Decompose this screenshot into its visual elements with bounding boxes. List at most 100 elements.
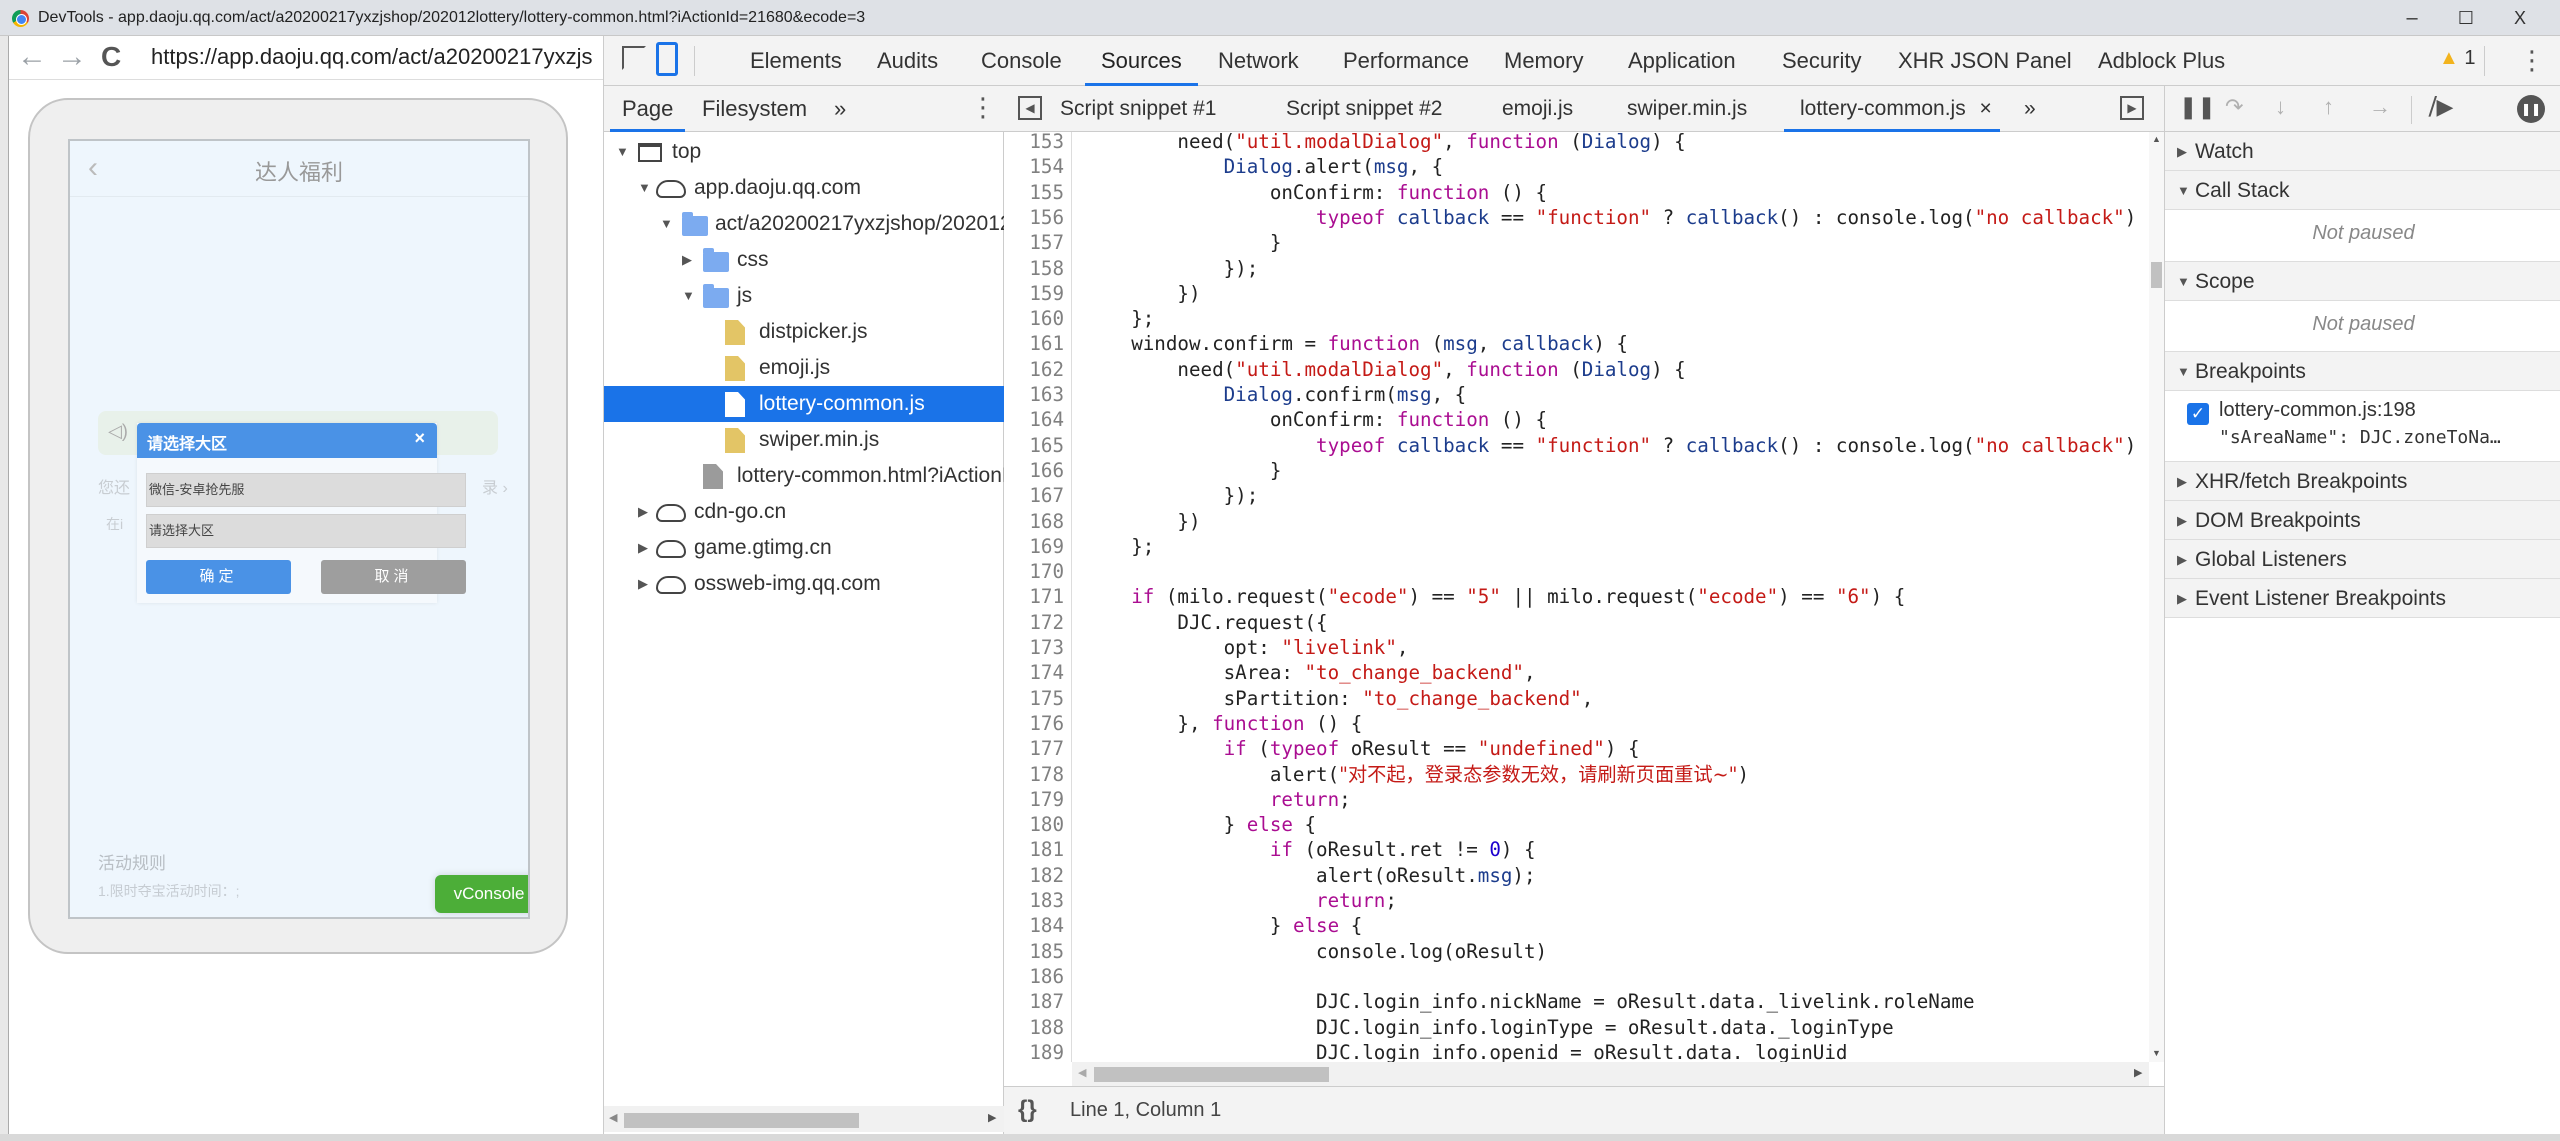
- line-number[interactable]: 185: [1004, 939, 1064, 964]
- tree-item-top[interactable]: ▼ top: [604, 134, 1004, 170]
- tree-item-distpicker-js[interactable]: distpicker.js: [604, 314, 1004, 350]
- zone-select[interactable]: 请选择大区: [146, 514, 466, 548]
- tab-audits[interactable]: Audits: [877, 36, 938, 86]
- line-number[interactable]: 188: [1004, 1015, 1064, 1040]
- line-number[interactable]: 159: [1004, 281, 1064, 306]
- line-number[interactable]: 171: [1004, 584, 1064, 609]
- deactivate-breakpoints-icon[interactable]: ⧸▶: [2429, 94, 2453, 120]
- pretty-print-icon[interactable]: {}: [1018, 1096, 1037, 1124]
- line-number[interactable]: 166: [1004, 458, 1064, 483]
- step-into-icon[interactable]: ↓: [2275, 94, 2286, 120]
- editor-horizontal-scrollbar[interactable]: ◀ ▶: [1072, 1062, 2149, 1086]
- step-icon[interactable]: →: [2369, 94, 2391, 120]
- line-number[interactable]: 163: [1004, 382, 1064, 407]
- line-number[interactable]: 183: [1004, 888, 1064, 913]
- collapsed-arrow-icon[interactable]: ▶: [638, 530, 648, 566]
- line-number[interactable]: 169: [1004, 534, 1064, 559]
- editor-vertical-scrollbar[interactable]: ▲ ▼: [2149, 132, 2164, 1062]
- code-area[interactable]: 153 need("util.modalDialog", function (D…: [1004, 132, 2149, 1062]
- navigator-menu-icon[interactable]: ⋮: [970, 94, 996, 120]
- editor-tab-swiper-js[interactable]: swiper.min.js: [1627, 86, 1747, 132]
- expanded-arrow-icon[interactable]: ▼: [682, 278, 695, 314]
- line-number[interactable]: 175: [1004, 686, 1064, 711]
- navigator-more-tabs[interactable]: »: [834, 86, 846, 132]
- collapsed-arrow-icon[interactable]: ▶: [682, 242, 692, 278]
- tree-item-lottery-common-js[interactable]: lottery-common.js: [604, 386, 1004, 422]
- tab-security[interactable]: Security: [1782, 36, 1861, 86]
- tree-item-game-gtimg[interactable]: ▶ game.gtimg.cn: [604, 530, 1004, 566]
- reload-icon[interactable]: C: [101, 42, 121, 72]
- line-number[interactable]: 179: [1004, 787, 1064, 812]
- editor-tab-emoji-js[interactable]: emoji.js: [1502, 86, 1573, 132]
- confirm-button[interactable]: 确定: [146, 560, 291, 594]
- line-number[interactable]: 180: [1004, 812, 1064, 837]
- section-call-stack[interactable]: ▼ Call Stack: [2165, 171, 2560, 210]
- section-scope[interactable]: ▼ Scope: [2165, 262, 2560, 301]
- line-number[interactable]: 182: [1004, 863, 1064, 888]
- line-number[interactable]: 189: [1004, 1040, 1064, 1062]
- line-number[interactable]: 174: [1004, 660, 1064, 685]
- line-number[interactable]: 184: [1004, 913, 1064, 938]
- section-breakpoints[interactable]: ▼ Breakpoints: [2165, 352, 2560, 391]
- section-global-listeners[interactable]: ▶ Global Listeners: [2165, 540, 2560, 579]
- line-number[interactable]: 164: [1004, 407, 1064, 432]
- breakpoint-checkbox[interactable]: ✓: [2187, 403, 2209, 425]
- scroll-right-arrow-icon[interactable]: ▶: [2134, 1066, 2142, 1079]
- tree-item-ossweb-img[interactable]: ▶ ossweb-img.qq.com: [604, 566, 1004, 602]
- close-tab-icon[interactable]: ×: [1980, 97, 1992, 120]
- vconsole-button[interactable]: vConsole: [435, 875, 528, 913]
- line-number[interactable]: 178: [1004, 762, 1064, 787]
- expanded-arrow-icon[interactable]: ▼: [616, 134, 629, 170]
- cancel-button[interactable]: 取消: [321, 560, 466, 594]
- tab-sources[interactable]: Sources: [1085, 36, 1198, 86]
- editor-tab-lottery-common-js[interactable]: lottery-common.js ×: [1784, 86, 2000, 132]
- toggle-navigator-icon[interactable]: ◀: [1018, 96, 1042, 120]
- section-watch[interactable]: ▶ Watch: [2165, 132, 2560, 171]
- scroll-down-arrow-icon[interactable]: ▼: [2152, 1048, 2161, 1058]
- line-number[interactable]: 156: [1004, 205, 1064, 230]
- line-number[interactable]: 157: [1004, 230, 1064, 255]
- forward-arrow-icon[interactable]: →: [57, 42, 87, 72]
- tree-item-js[interactable]: ▼ js: [604, 278, 1004, 314]
- tab-network[interactable]: Network: [1218, 36, 1299, 86]
- editor-tab-snippet-2[interactable]: Script snippet #2: [1286, 86, 1442, 132]
- section-event-listener-breakpoints[interactable]: ▶ Event Listener Breakpoints: [2165, 579, 2560, 618]
- scroll-left-arrow-icon[interactable]: ◀: [1078, 1066, 1086, 1079]
- tab-performance[interactable]: Performance: [1343, 36, 1469, 86]
- collapsed-arrow-icon[interactable]: ▶: [638, 494, 648, 530]
- minimize-button[interactable]: –: [2390, 4, 2434, 32]
- collapsed-arrow-icon[interactable]: ▶: [638, 566, 648, 602]
- tree-item-css[interactable]: ▶ css: [604, 242, 1004, 278]
- tab-adblock-plus[interactable]: Adblock Plus: [2098, 36, 2225, 86]
- line-number[interactable]: 167: [1004, 483, 1064, 508]
- expanded-arrow-icon[interactable]: ▼: [638, 170, 651, 206]
- device-toolbar-icon[interactable]: [656, 42, 678, 76]
- tab-elements[interactable]: Elements: [750, 36, 842, 86]
- line-number[interactable]: 161: [1004, 331, 1064, 356]
- tab-xhr-json-panel[interactable]: XHR JSON Panel: [1898, 36, 2072, 86]
- editor-more-tabs[interactable]: »: [2024, 86, 2036, 132]
- line-number[interactable]: 181: [1004, 837, 1064, 862]
- line-number[interactable]: 177: [1004, 736, 1064, 761]
- line-number[interactable]: 186: [1004, 964, 1064, 989]
- section-xhr-breakpoints[interactable]: ▶ XHR/fetch Breakpoints: [2165, 462, 2560, 501]
- line-number[interactable]: 158: [1004, 256, 1064, 281]
- devtools-menu-icon[interactable]: ⋮: [2519, 47, 2545, 73]
- line-number[interactable]: 187: [1004, 989, 1064, 1014]
- tree-item-swiper-min-js[interactable]: swiper.min.js: [604, 422, 1004, 458]
- toggle-debugger-icon[interactable]: ▶: [2120, 96, 2144, 120]
- editor-tab-snippet-1[interactable]: Script snippet #1: [1060, 86, 1216, 132]
- tab-page[interactable]: Page: [609, 86, 686, 132]
- expanded-arrow-icon[interactable]: ▼: [660, 206, 673, 242]
- line-number[interactable]: 154: [1004, 154, 1064, 179]
- modal-close-icon[interactable]: ×: [414, 428, 425, 449]
- maximize-button[interactable]: ☐: [2444, 4, 2488, 32]
- step-out-icon[interactable]: ↑: [2323, 94, 2334, 120]
- tab-filesystem[interactable]: Filesystem: [702, 86, 807, 132]
- line-number[interactable]: 165: [1004, 433, 1064, 458]
- tab-application[interactable]: Application: [1628, 36, 1736, 86]
- line-number[interactable]: 153: [1004, 132, 1064, 154]
- close-window-button[interactable]: X: [2498, 4, 2542, 32]
- scroll-right-arrow-icon[interactable]: ▶: [988, 1111, 996, 1124]
- tree-item-domain[interactable]: ▼ app.daoju.qq.com: [604, 170, 1004, 206]
